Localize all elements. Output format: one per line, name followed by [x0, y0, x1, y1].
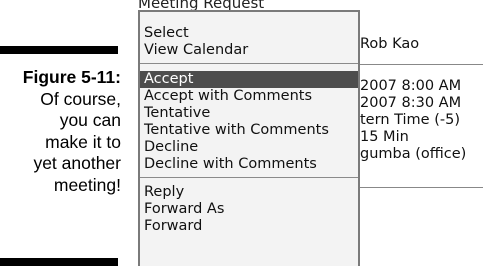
field-divider [360, 64, 483, 65]
device-screen: Meeting Request Rob Kao 2007 8:00 AM 200… [136, 0, 483, 266]
menu-item-decline-with-comments[interactable]: Decline with Comments [140, 156, 358, 173]
timezone-field: tern Time (-5) [360, 112, 460, 128]
context-menu: Select View Calendar Accept Accept with … [138, 10, 360, 266]
field-divider [360, 187, 483, 188]
caption-top-rule [0, 46, 118, 54]
reminder-field: 15 Min [360, 129, 409, 145]
caption-line: you can [59, 110, 121, 130]
menu-separator [140, 177, 358, 178]
menu-separator [140, 63, 358, 64]
menu-item-accept-with-comments[interactable]: Accept with Comments [140, 88, 358, 105]
menu-item-forward[interactable]: Forward [140, 218, 358, 235]
menu-item-reply[interactable]: Reply [140, 184, 358, 201]
location-field: gumba (office) [360, 146, 467, 162]
menu-item-tentative[interactable]: Tentative [140, 105, 358, 122]
menu-item-select[interactable]: Select [140, 25, 358, 42]
menu-item-forward-as[interactable]: Forward As [140, 201, 358, 218]
caption-line: make it to [45, 131, 121, 152]
figure-caption: Figure 5-11: Of course, you can make it … [0, 67, 121, 196]
menu-item-view-calendar[interactable]: View Calendar [140, 42, 358, 59]
caption-line: Of course, [40, 88, 121, 109]
figure-label: Figure 5-11: [22, 67, 121, 87]
menu-item-decline[interactable]: Decline [140, 139, 358, 156]
menu-item-tentative-with-comments[interactable]: Tentative with Comments [140, 122, 358, 139]
end-time-field: 2007 8:30 AM [360, 95, 462, 111]
caption-bottom-rule [0, 258, 118, 266]
caption-line: meeting! [53, 174, 121, 195]
start-time-field: 2007 8:00 AM [360, 78, 462, 94]
organizer-field: Rob Kao [360, 36, 420, 52]
caption-line: yet another [33, 153, 121, 173]
menu-item-accept[interactable]: Accept [140, 71, 358, 88]
